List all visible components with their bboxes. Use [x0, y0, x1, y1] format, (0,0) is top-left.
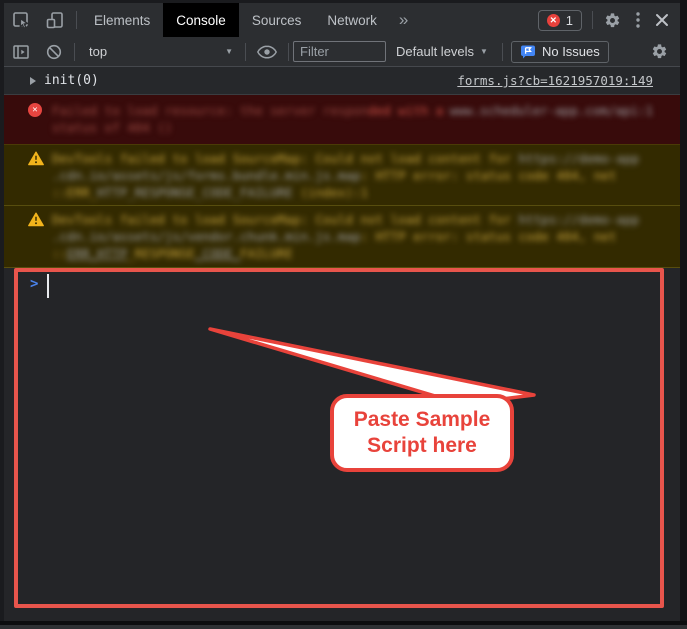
eye-icon: [257, 45, 277, 59]
inspect-cursor-icon: [11, 10, 31, 30]
redacted-segment: _CODE_: [195, 245, 240, 262]
clear-console-icon: [45, 43, 63, 61]
clear-console-button[interactable]: [38, 43, 70, 61]
issues-label: No Issues: [542, 44, 600, 59]
devtools-tabs-bar: Elements Console Sources Network » ✕ 1: [4, 3, 680, 37]
error-text-redacted: Failed to load resource: the server resp…: [52, 102, 653, 136]
chevron-down-icon: ▼: [480, 47, 488, 56]
kebab-menu-icon: [635, 11, 641, 29]
redacted-segment: _RESPONSE: [127, 245, 195, 262]
error-circle-icon: ✕: [28, 103, 42, 117]
sidebar-toggle-icon: [11, 42, 31, 62]
console-settings-button[interactable]: [644, 43, 675, 60]
redacted-segment: ded with a: [368, 102, 443, 119]
chevron-down-icon: ▼: [225, 47, 233, 56]
close-icon: [655, 13, 669, 27]
filter-input[interactable]: [293, 41, 386, 62]
console-toolbar: top ▼ Default levels ▼: [4, 37, 680, 67]
log-levels-dropdown[interactable]: Default levels ▼: [386, 44, 498, 59]
error-count: 1: [566, 13, 573, 28]
redacted-segment: ::ERR_: [52, 184, 97, 201]
divider: [288, 43, 289, 61]
redacted-segment: ERR_HTTP: [67, 245, 127, 262]
warning-text-redacted: DevTools failed to load SourceMap: Could…: [52, 150, 653, 201]
issues-flag-icon: [520, 44, 536, 59]
console-message-warning-1[interactable]: DevTools failed to load SourceMap: Could…: [4, 145, 680, 206]
divider: [76, 11, 77, 29]
close-devtools-button[interactable]: [648, 13, 676, 27]
more-tabs-icon[interactable]: »: [390, 3, 417, 37]
issues-badge[interactable]: No Issues: [511, 41, 609, 63]
show-console-sidebar-button[interactable]: [4, 42, 38, 62]
text-cursor: [47, 274, 49, 298]
redacted-segment: DevTools failed to load SourceMap: Could…: [52, 150, 519, 167]
console-message-error[interactable]: ✕ Failed to load resource: the server re…: [4, 95, 680, 145]
redacted-segment: DevTools failed to load SourceMap: Could…: [52, 211, 519, 228]
tab-sources[interactable]: Sources: [239, 3, 315, 37]
redacted-segment: FAILURE: [240, 245, 293, 262]
redacted-source-link: www.scheduler-app.com/api:1: [450, 102, 653, 119]
redacted-segment: .cdn.io/assets/js/vendor.chunk.min.js.ma…: [52, 228, 361, 245]
redacted-segment: HTTP_RESPONSE_CODE_FAILURE: [97, 184, 293, 201]
console-message-warning-2[interactable]: DevTools failed to load SourceMap: Could…: [4, 206, 680, 268]
redacted-segment: : HTTP error: status code 404, net: [361, 228, 617, 245]
settings-button[interactable]: [597, 12, 628, 29]
redacted-segment: .cdn.io/assets/js/forms.bundle.min.js.ma…: [52, 167, 361, 184]
divider: [502, 43, 503, 61]
warning-icon-cell: [28, 150, 52, 170]
source-link[interactable]: forms.js?cb=1621957019:149: [457, 73, 653, 88]
window-frame: [680, 0, 687, 629]
console-prompt-icon: >: [30, 276, 38, 292]
redacted-segment: status of 404 (): [52, 119, 172, 136]
expand-triangle-icon[interactable]: [30, 77, 36, 85]
divider: [245, 43, 246, 61]
redacted-segment: Failed to load resource: the server resp…: [52, 102, 368, 119]
inspect-element-button[interactable]: [4, 3, 38, 37]
redacted-segment: https://demo-app: [519, 150, 639, 167]
error-circle-icon: ✕: [547, 14, 560, 27]
warning-triangle-icon: [28, 151, 44, 166]
warning-triangle-icon: [28, 212, 44, 227]
window-frame: [0, 625, 687, 629]
gear-icon: [604, 12, 621, 29]
tab-network[interactable]: Network: [314, 3, 390, 37]
redacted-segment: (index):1: [293, 184, 368, 201]
toggle-device-toolbar-button[interactable]: [38, 3, 72, 37]
annotation-callout: Paste Sample Script here: [330, 394, 514, 472]
trace-text: init(0): [44, 73, 99, 88]
warning-icon-cell: [28, 211, 52, 231]
divider: [592, 11, 593, 29]
device-toolbar-icon: [45, 10, 65, 30]
error-count-badge[interactable]: ✕ 1: [538, 10, 582, 31]
devtools-window: Elements Console Sources Network » ✕ 1: [0, 0, 687, 629]
error-icon-cell: ✕: [28, 102, 52, 117]
levels-label: Default levels: [396, 44, 474, 59]
callout-text-line2: Script here: [367, 433, 477, 459]
console-messages: init(0) forms.js?cb=1621957019:149 ✕ Fai…: [4, 67, 680, 268]
redacted-segment: : HTTP error: status code 404, net: [361, 167, 617, 184]
context-value: top: [89, 44, 107, 59]
callout-text-line1: Paste Sample: [354, 407, 491, 433]
divider: [74, 43, 75, 61]
tab-console[interactable]: Console: [163, 3, 239, 37]
javascript-context-selector[interactable]: top ▼: [79, 44, 241, 59]
window-frame: [0, 0, 4, 629]
console-message-trace[interactable]: init(0) forms.js?cb=1621957019:149: [4, 67, 680, 95]
customize-devtools-button[interactable]: [628, 11, 648, 29]
window-frame: [0, 0, 687, 3]
warning-text-redacted: DevTools failed to load SourceMap: Could…: [52, 211, 653, 262]
live-expression-button[interactable]: [250, 45, 284, 59]
redacted-segment: https://demo-app: [519, 211, 639, 228]
gear-icon: [651, 43, 668, 60]
redacted-segment: ::: [52, 245, 67, 262]
tab-elements[interactable]: Elements: [81, 3, 163, 37]
